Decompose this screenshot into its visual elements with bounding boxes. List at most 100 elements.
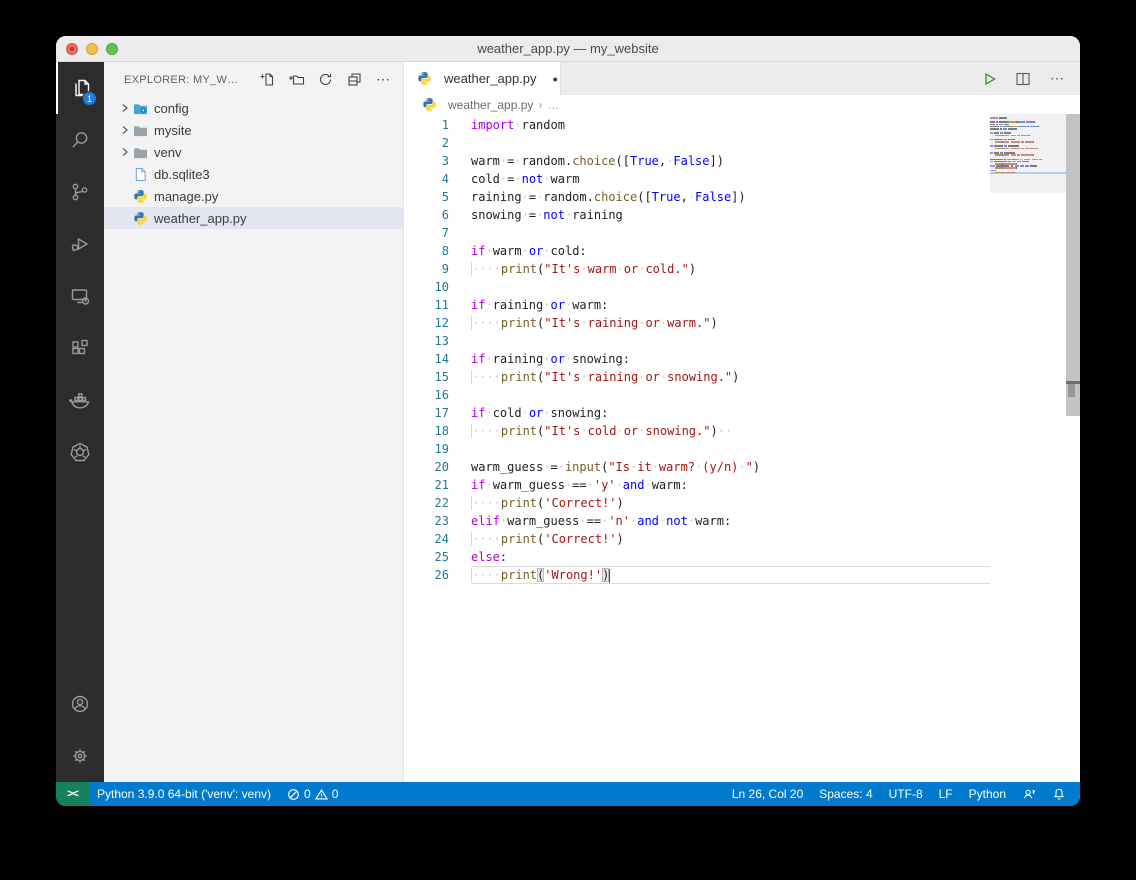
notifications-button[interactable] (1044, 787, 1074, 801)
tree-item-mysite[interactable]: mysite (104, 119, 403, 141)
feedback-icon (1022, 787, 1036, 801)
cursor-position-indicator[interactable]: Ln 26, Col 20 (724, 787, 811, 801)
code-line-20[interactable]: 20warm_guess·=·input("Is·it·warm?·(y/n)·… (404, 458, 1080, 476)
code-line-24[interactable]: 24····print('Correct!') (404, 530, 1080, 548)
code-line-4[interactable]: 4cold·=·not·warm (404, 170, 1080, 188)
code-line-17[interactable]: 17if·cold·or·snowing: (404, 404, 1080, 422)
code-line-15[interactable]: 15····print("It's·raining·or·snowing.") (404, 368, 1080, 386)
code-line-5[interactable]: 5raining·=·random.choice([True,·False]) (404, 188, 1080, 206)
problems-indicator[interactable]: 0 0 (279, 787, 346, 801)
code-line-11[interactable]: 11if·raining·or·warm: (404, 296, 1080, 314)
explorer-more-actions-button[interactable]: ⋯ (373, 70, 393, 90)
account-button[interactable] (56, 678, 104, 730)
extensions-activity-button[interactable] (56, 322, 104, 374)
collapse-folders-button[interactable] (344, 70, 364, 90)
run-debug-activity-button[interactable] (56, 218, 104, 270)
breadcrumb-more[interactable]: … (547, 98, 559, 112)
token: ) (710, 316, 717, 330)
feedback-button[interactable] (1014, 787, 1044, 801)
token: False (695, 190, 731, 204)
tree-item-manage.py[interactable]: manage.py (104, 185, 403, 207)
language-mode-indicator[interactable]: Python (961, 787, 1014, 801)
title-bar[interactable]: weather_app.py — my_website (56, 36, 1080, 62)
split-editor-button[interactable] (1012, 68, 1034, 90)
source-control-icon (68, 180, 92, 204)
token: or (551, 352, 565, 366)
kubernetes-activity-button[interactable] (56, 426, 104, 478)
tree-item-venv[interactable]: venv (104, 141, 403, 163)
code-line-19[interactable]: 19 (404, 440, 1080, 458)
traffic-lights (66, 36, 118, 61)
python-interpreter-selector[interactable]: Python 3.9.0 64-bit ('venv': venv) (89, 787, 279, 801)
code-line-13[interactable]: 13 (404, 332, 1080, 350)
code-line-1[interactable]: 1import·random (404, 116, 1080, 134)
token: or (624, 424, 638, 438)
vertical-scrollbar[interactable] (1066, 114, 1080, 416)
code-line-2[interactable]: 2 (404, 134, 1080, 152)
token: warm? (659, 460, 695, 474)
new-folder-button[interactable] (286, 70, 306, 90)
token: "It's (544, 424, 580, 438)
eol-indicator[interactable]: LF (931, 787, 961, 801)
token: warm." (667, 316, 710, 330)
minimap-segment (1033, 141, 1034, 143)
code-line-7[interactable]: 7 (404, 224, 1080, 242)
token: raining (493, 352, 544, 366)
code-line-21[interactable]: 21if·warm_guess·==·'y'·and·warm: (404, 476, 1080, 494)
docker-activity-button[interactable] (56, 374, 104, 426)
chevron-right-icon[interactable] (118, 102, 132, 114)
line-number: 15 (404, 368, 449, 386)
editor-more-actions-button[interactable]: ⋯ (1046, 68, 1068, 90)
code-line-14[interactable]: 14if·raining·or·snowing: (404, 350, 1080, 368)
code-line-26[interactable]: 26····print('Wrong!') (404, 566, 1080, 584)
close-button[interactable] (66, 43, 78, 55)
tab-weather-app[interactable]: weather_app.py ● (404, 62, 561, 95)
search-activity-button[interactable] (56, 114, 104, 166)
indentation-indicator[interactable]: Spaces: 4 (811, 787, 880, 801)
token: 'Wrong!' (544, 568, 602, 582)
code-line-6[interactable]: 6snowing·=·not·raining (404, 206, 1080, 224)
token: elif (471, 514, 500, 528)
token: warm_guess (507, 514, 579, 528)
remote-indicator-button[interactable]: >< (56, 782, 89, 806)
refresh-explorer-button[interactable] (315, 70, 335, 90)
python-icon (417, 71, 432, 86)
tree-item-config[interactable]: config (104, 97, 403, 119)
minimize-button[interactable] (86, 43, 98, 55)
code-line-22[interactable]: 22····print('Correct!') (404, 494, 1080, 512)
code-line-3[interactable]: 3warm·=·random.choice([True,·False]) (404, 152, 1080, 170)
line-content: ····print("It's·raining·or·warm.") (471, 314, 990, 332)
chevron-right-icon[interactable] (118, 146, 132, 158)
code-line-12[interactable]: 12····print("It's·raining·or·warm.") (404, 314, 1080, 332)
token: 'y' (594, 478, 616, 492)
breadcrumb-file[interactable]: weather_app.py (448, 98, 533, 112)
token: if (471, 298, 485, 312)
token: (y/n) (702, 460, 738, 474)
code-line-8[interactable]: 8if·warm·or·cold: (404, 242, 1080, 260)
new-file-button[interactable] (257, 70, 277, 90)
token: input (565, 460, 601, 474)
code-line-16[interactable]: 16 (404, 386, 1080, 404)
code-editor[interactable]: 1import·random23warm·=·random.choice([Tr… (404, 114, 1080, 782)
token: random. (522, 154, 573, 168)
editor-group: weather_app.py ● ⋯ (403, 62, 1080, 782)
minimap[interactable] (990, 117, 1066, 174)
encoding-indicator[interactable]: UTF-8 (881, 787, 931, 801)
code-line-10[interactable]: 10 (404, 278, 1080, 296)
breadcrumb[interactable]: weather_app.py › … (404, 95, 1080, 114)
code-line-18[interactable]: 18····print("It's·cold·or·snowing.")·· (404, 422, 1080, 440)
warnings-icon (315, 788, 328, 801)
tree-item-weather_app.py[interactable]: weather_app.py (104, 207, 403, 229)
token: not (543, 208, 565, 222)
zoom-button[interactable] (106, 43, 118, 55)
explorer-activity-button[interactable]: 1 (56, 62, 104, 114)
tree-item-db.sqlite3[interactable]: db.sqlite3 (104, 163, 403, 185)
code-line-9[interactable]: 9····print("It's·warm·or·cold.") (404, 260, 1080, 278)
settings-button[interactable] (56, 730, 104, 782)
chevron-right-icon[interactable] (118, 124, 132, 136)
code-line-23[interactable]: 23elif·warm_guess·==·'n'·and·not·warm: (404, 512, 1080, 530)
run-python-file-button[interactable] (978, 68, 1000, 90)
source-control-activity-button[interactable] (56, 166, 104, 218)
remote-explorer-activity-button[interactable] (56, 270, 104, 322)
code-line-25[interactable]: 25else: (404, 548, 1080, 566)
